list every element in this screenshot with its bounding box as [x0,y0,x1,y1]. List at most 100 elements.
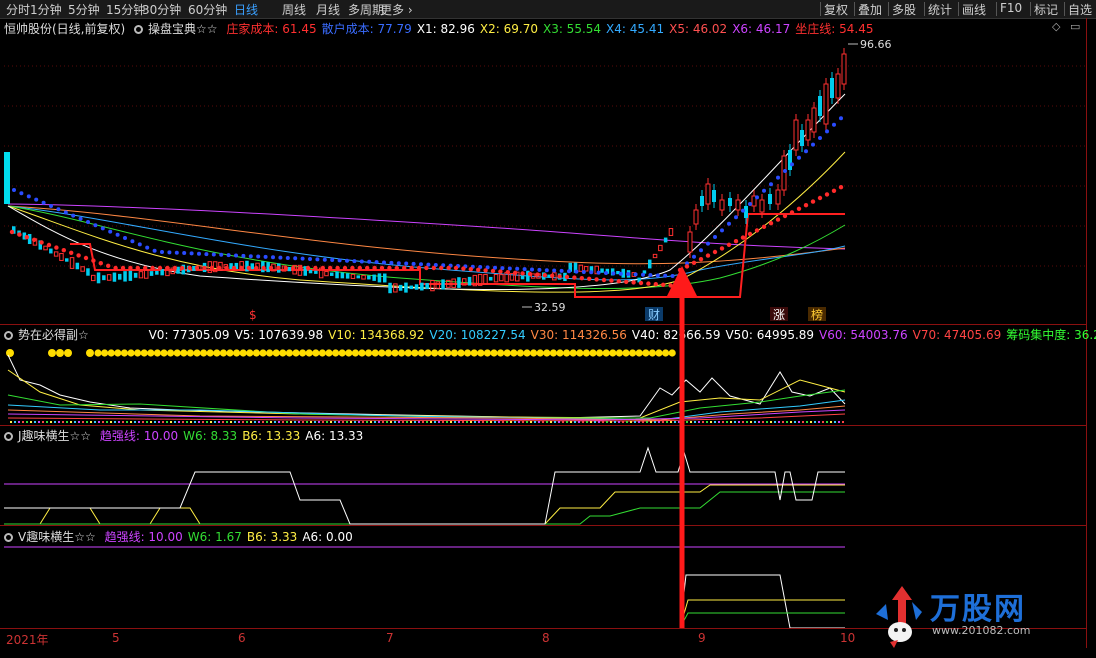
cost-dot [165,265,170,271]
panel2-name[interactable]: 势在必得副☆ [18,328,89,342]
period-tab-8[interactable]: 月线 [316,1,340,18]
signal-dot [252,349,260,357]
period-tab-0[interactable]: 分时 [6,1,30,18]
cost-dot [261,265,266,271]
period-tab-2[interactable]: 5分钟 [68,1,100,18]
signal-dot [147,349,155,357]
settings-icon[interactable] [4,331,13,340]
cost-dot [219,252,224,257]
signal-dot [127,349,135,357]
candle [12,226,16,234]
cost-dot [137,242,142,247]
settings-icon[interactable] [134,25,144,34]
signal-dot [134,349,142,357]
indicator-param: V10: 134368.92 [328,328,425,342]
diamond-icon[interactable]: ◇ [1052,20,1060,33]
candle [155,270,159,275]
cost-dot [641,272,645,277]
cost-dot [382,260,386,265]
cost-dot [204,252,209,257]
settings-icon[interactable] [4,533,13,542]
candle [781,155,787,191]
cost-dot [655,273,660,278]
indicator-name[interactable]: 操盘宝典☆☆ [148,22,218,36]
indicator-param: V20: 108227.54 [429,328,526,342]
signal-dot [510,349,518,357]
toolbar-button-5[interactable]: F10 [1000,1,1022,15]
cost-dot [197,251,201,256]
candle [409,285,413,290]
cost-dot [485,265,490,270]
cost-dot [234,253,238,258]
signal-dot [398,349,406,357]
cost-dot [379,265,385,271]
cost-dot [24,235,29,240]
signal-dot [193,349,201,357]
signal-dot [332,349,340,357]
candle [489,276,493,281]
candle [589,266,594,273]
signal-dot [239,349,247,357]
toolbar-button-0[interactable]: 复权 [824,1,848,18]
toolbar-button-2[interactable]: 多股 [892,1,916,18]
panel3-name[interactable]: J趣味横生☆☆ [18,429,91,443]
signal-dot [233,349,241,357]
cost-dot [579,276,584,281]
indicator-param: X5: 46.02 [669,22,728,36]
signal-dot [404,349,412,357]
signal-dot [292,349,300,357]
signal-dot [668,349,676,357]
candle [202,262,207,273]
settings-icon[interactable] [4,432,13,441]
candle [59,253,64,261]
indicator-param: V5: 107639.98 [234,328,324,342]
cost-dot [631,280,636,285]
signal-dot [464,349,472,357]
cost-dot [365,265,370,271]
expand-icon[interactable]: ▭ [1070,20,1080,33]
toolbar-button-7[interactable]: 自选 [1068,1,1092,18]
cost-dot [352,259,357,264]
stock-title[interactable]: 恒帅股份(日线,前复权) [4,22,125,36]
panel4-name[interactable]: V趣味横生☆☆ [18,530,96,544]
cost-dot [305,265,311,271]
toolbar-button-1[interactable]: 叠加 [858,1,882,18]
indicator-param: X1: 82.96 [416,22,475,36]
period-tab-9[interactable]: 多周期 [348,1,384,18]
logo-url: www.201082.com [932,624,1031,637]
panel-divider [0,324,1087,325]
candle [197,265,202,271]
period-tab-6[interactable]: 日线 [234,1,258,18]
candle [80,266,85,272]
cost-dot [283,265,288,271]
candle [53,251,59,257]
period-tab-4[interactable]: 30分钟 [142,1,181,18]
period-tab-3[interactable]: 15分钟 [106,1,145,18]
candle [383,273,387,283]
candle [335,271,339,279]
cost-dot [189,251,194,256]
candle [578,264,584,272]
indicator-param: 散户成本: 77.79 [321,22,412,36]
cost-dot [396,261,401,266]
cost-dot [596,270,601,275]
toolbar-button-6[interactable]: 标记 [1034,1,1058,18]
period-tab-7[interactable]: 周线 [282,1,306,18]
candle [823,83,829,125]
toolbar-button-3[interactable]: 统计 [928,1,952,18]
period-tab-10[interactable]: 更多 › [380,1,413,18]
period-tab-5[interactable]: 60分钟 [188,1,227,18]
cost-dot [313,265,318,271]
signal-dot [503,349,511,357]
signal-dot [582,349,591,357]
cost-dot [483,268,488,273]
candle [261,261,265,273]
period-tab-1[interactable]: 1分钟 [30,1,62,18]
signal-dot [483,349,491,357]
candle [165,266,170,277]
cost-dot [416,265,422,271]
signal-dot [180,349,188,357]
cost-dot [108,229,113,234]
toolbar-button-4[interactable]: 画线 [962,1,986,18]
candle [123,271,127,282]
